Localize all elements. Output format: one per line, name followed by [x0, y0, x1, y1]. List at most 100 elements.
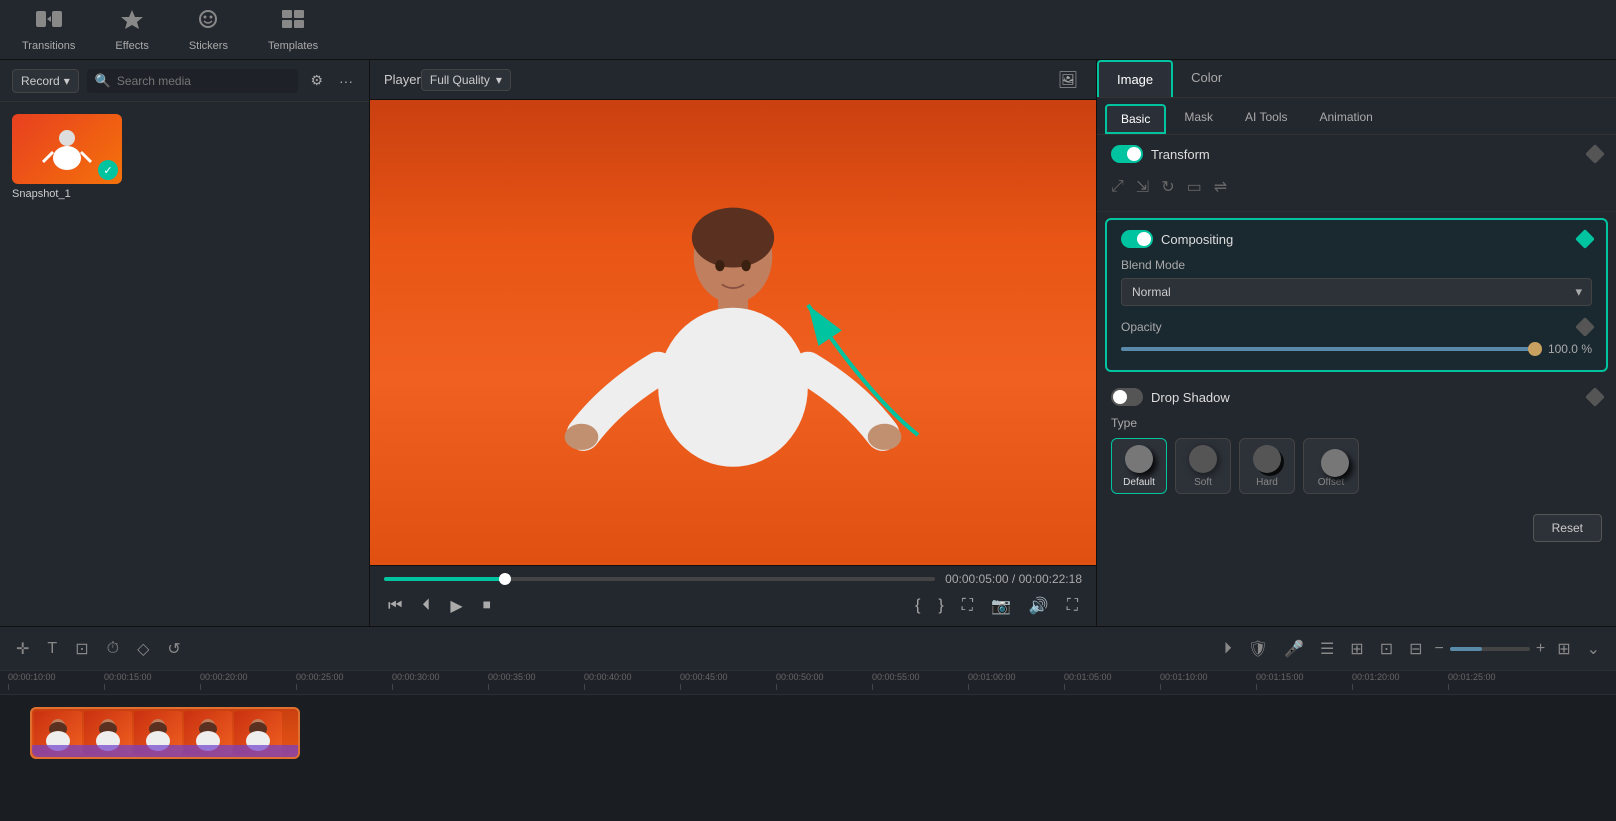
video-clip[interactable] [30, 707, 300, 759]
step-back-button[interactable]: ⏴ [418, 593, 434, 619]
select-tool-button[interactable]: ✛ [12, 635, 33, 663]
drop-shadow-header: Drop Shadow [1111, 388, 1602, 406]
ruler-mark-5: 00:00:35:00 [488, 672, 584, 690]
transform-title: Transform [1151, 147, 1210, 162]
tab-ai-tools[interactable]: AI Tools [1231, 104, 1301, 134]
play-button[interactable]: ▶ [446, 592, 466, 620]
tab-basic[interactable]: Basic [1105, 104, 1166, 134]
toolbar-templates[interactable]: Templates [258, 2, 328, 58]
timer-tool-button[interactable]: ⏱ [103, 636, 123, 662]
ruler-tick-11 [1064, 684, 1065, 690]
video-frame [370, 100, 1096, 565]
flip-icon[interactable]: ⇌ [1214, 177, 1227, 197]
grid-view-button[interactable]: ⊞ [1553, 635, 1574, 663]
zoom-slider[interactable] [1450, 647, 1530, 651]
rotate-tool-button[interactable]: ↺ [163, 635, 184, 663]
crop-tool-button[interactable]: ⊡ [71, 635, 92, 663]
audio-button[interactable]: 🔊 [1025, 592, 1053, 620]
caption-button[interactable]: ⊡ [1376, 635, 1397, 663]
opacity-keyframe-icon[interactable] [1575, 317, 1595, 337]
list-button[interactable]: ☰ [1316, 635, 1338, 663]
toolbar-transitions[interactable]: Transitions [12, 2, 85, 58]
player-controls: 00:00:05:00 / 00:00:22:18 ⏮ ⏴ ▶ ⏹ { } ⛶ … [370, 565, 1096, 626]
zoom-in-button[interactable]: + [1536, 640, 1545, 658]
stop-button[interactable]: ⏹ [479, 593, 495, 619]
shield-button[interactable]: 🛡 [1244, 635, 1272, 663]
ruler-label-15: 00:01:25:00 [1448, 672, 1496, 682]
toolbar-stickers[interactable]: Stickers [179, 2, 238, 58]
opacity-value: 100.0 % [1548, 342, 1592, 356]
top-toolbar: Transitions Effects Stickers Templates [0, 0, 1616, 60]
search-icon: 🔍 [95, 73, 111, 89]
compositing-header: Compositing [1121, 230, 1592, 248]
progress-bar-container: 00:00:05:00 / 00:00:22:18 [384, 572, 1082, 586]
quality-select[interactable]: Full Quality ▾ [421, 69, 511, 91]
record-label: Record [21, 74, 60, 88]
drop-shadow-section: Drop Shadow Type Default Soft Hard [1097, 378, 1616, 504]
shadow-type-hard[interactable]: Hard [1239, 438, 1295, 494]
ruler-label-0: 00:00:10:00 [8, 672, 56, 682]
ruler-tick-14 [1352, 684, 1353, 690]
ruler-mark-1: 00:00:15:00 [104, 672, 200, 690]
snapshot-item-1[interactable]: ✓ Snapshot_1 [12, 114, 122, 200]
compositing-toggle[interactable] [1121, 230, 1153, 248]
ruler-mark-2: 00:00:20:00 [200, 672, 296, 690]
shadow-type-offset[interactable]: Offset [1303, 438, 1359, 494]
filter-button[interactable]: ⚙ [306, 68, 327, 93]
scale-icon[interactable]: ⇲ [1136, 177, 1149, 197]
blend-mode-wrapper: Normal Multiply Screen Overlay Darken Li… [1121, 278, 1592, 306]
move-icon[interactable]: ⤢ [1111, 178, 1124, 196]
ruler-tick-0 [8, 684, 9, 690]
compositing-keyframe-icon[interactable] [1575, 229, 1595, 249]
right-panel-top-tabs: Image Color [1097, 60, 1616, 98]
ruler-label-3: 00:00:25:00 [296, 672, 344, 682]
zoom-controls: − + [1435, 640, 1546, 658]
media-grid: ✓ Snapshot_1 [0, 102, 369, 626]
shadow-type-default[interactable]: Default [1111, 438, 1167, 494]
shadow-type-soft[interactable]: Soft [1175, 438, 1231, 494]
more-timeline-button[interactable]: ⌄ [1583, 635, 1604, 663]
ruler-mark-6: 00:00:40:00 [584, 672, 680, 690]
rotate-icon[interactable]: ↻ [1161, 177, 1174, 197]
ruler-mark-13: 00:01:15:00 [1256, 672, 1352, 690]
blend-mode-select[interactable]: Normal Multiply Screen Overlay Darken Li… [1121, 278, 1592, 306]
mark-out-button[interactable]: } [934, 593, 947, 619]
progress-fill [384, 577, 505, 581]
record-dropdown[interactable]: Record ▾ [12, 69, 79, 93]
mic-button[interactable]: 🎤 [1280, 635, 1308, 663]
crop-icon[interactable]: ▭ [1187, 177, 1202, 197]
reset-button[interactable]: Reset [1533, 514, 1602, 542]
play-all-button[interactable]: ⏵ [1220, 636, 1236, 662]
ruler-label-11: 00:01:05:00 [1064, 672, 1112, 682]
drop-shadow-title: Drop Shadow [1151, 390, 1230, 405]
transform-keyframe-icon[interactable] [1585, 144, 1605, 164]
ruler-tick-7 [680, 684, 681, 690]
rewind-button[interactable]: ⏮ [384, 593, 406, 619]
ruler-mark-9: 00:00:55:00 [872, 672, 968, 690]
fullscreen-button[interactable]: ⛶ [958, 593, 977, 619]
shape-tool-button[interactable]: ◇ [133, 635, 153, 663]
toolbar-templates-label: Templates [268, 40, 318, 52]
ruler-label-5: 00:00:35:00 [488, 672, 536, 682]
toolbar-effects[interactable]: Effects [105, 2, 158, 58]
tab-mask[interactable]: Mask [1170, 104, 1227, 134]
transform-toggle[interactable] [1111, 145, 1143, 163]
text-tool-button[interactable]: T [43, 636, 61, 662]
subtract-button[interactable]: ⊟ [1405, 635, 1426, 663]
tab-color[interactable]: Color [1173, 60, 1240, 97]
player-image-button[interactable]: 🖼 [1054, 66, 1082, 94]
grid-button[interactable]: ⊞ [1346, 635, 1367, 663]
mark-in-button[interactable]: { [911, 593, 924, 619]
zoom-out-button[interactable]: − [1435, 640, 1444, 658]
tab-image[interactable]: Image [1097, 60, 1173, 97]
search-input[interactable] [117, 74, 291, 88]
snapshot-button[interactable]: 📷 [987, 592, 1015, 620]
progress-track[interactable] [384, 577, 935, 581]
drop-shadow-keyframe-icon[interactable] [1585, 387, 1605, 407]
more-player-button[interactable]: ⛶ [1063, 593, 1082, 619]
drop-shadow-toggle[interactable] [1111, 388, 1143, 406]
more-options-button[interactable]: ··· [335, 69, 357, 93]
snapshot-check-icon: ✓ [98, 160, 118, 180]
tab-animation[interactable]: Animation [1305, 104, 1386, 134]
opacity-slider[interactable] [1121, 347, 1540, 351]
